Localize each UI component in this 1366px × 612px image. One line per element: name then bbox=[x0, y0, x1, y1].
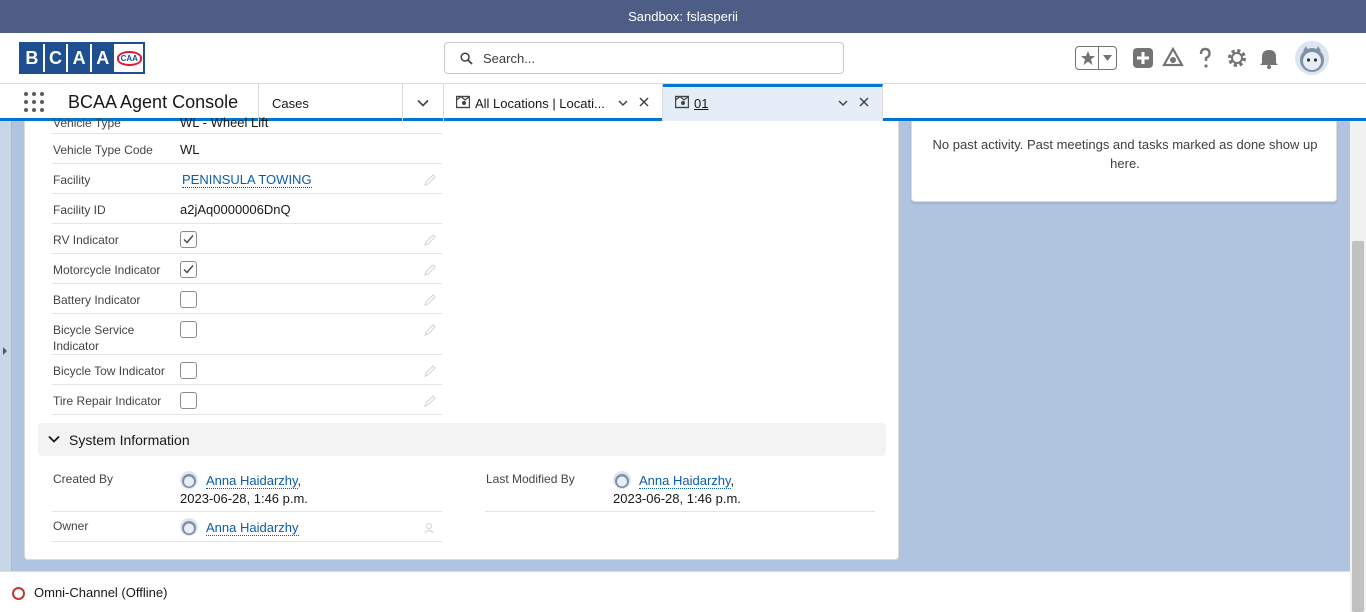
field-row: Facility PENINSULA TOWING bbox=[52, 164, 442, 194]
tab-label: All Locations | Locati... bbox=[475, 96, 605, 111]
field-label: Bicycle Service Indicator bbox=[53, 323, 135, 353]
field-label: Bicycle Tow Indicator bbox=[53, 364, 165, 378]
activity-panel: No past activity. Past meetings and task… bbox=[911, 121, 1337, 202]
utility-bar: Omni-Channel (Offline) bbox=[0, 571, 1350, 612]
bell-icon[interactable] bbox=[1257, 46, 1281, 70]
field-label: Motorcycle Indicator bbox=[53, 263, 161, 277]
field-row: RV Indicator bbox=[52, 224, 442, 254]
owner-row: Owner Anna Haidarzhy bbox=[52, 514, 442, 542]
field-value: WL bbox=[180, 142, 200, 157]
edit-pencil-icon[interactable] bbox=[424, 174, 436, 186]
field-row: Motorcycle Indicator bbox=[52, 254, 442, 284]
sandbox-banner: Sandbox: fslasperii bbox=[0, 0, 1366, 33]
field-row: Facility ID a2jAq0000006DnQ bbox=[52, 194, 442, 224]
user-avatar-icon bbox=[180, 471, 198, 489]
field-label: Created By bbox=[53, 472, 114, 486]
battery-indicator-checkbox bbox=[180, 291, 197, 308]
field-value: a2jAq0000006DnQ bbox=[180, 202, 291, 217]
utility-panel-toggle[interactable] bbox=[0, 121, 12, 571]
created-date: 2023-06-28, 1:46 p.m. bbox=[180, 491, 308, 506]
astro-avatar-icon bbox=[1300, 46, 1324, 72]
field-label: Owner bbox=[53, 519, 89, 533]
edit-pencil-icon[interactable] bbox=[424, 294, 436, 306]
change-owner-icon[interactable] bbox=[424, 522, 436, 534]
created-by-row: Created By Anna Haidarzhy, 2023-06-28, 1… bbox=[52, 467, 442, 512]
field-row: Vehicle Type WL - Wheel Lift bbox=[52, 107, 442, 134]
field-row: Battery Indicator bbox=[52, 284, 442, 314]
field-label: Vehicle Type bbox=[53, 116, 121, 130]
global-search[interactable] bbox=[444, 42, 844, 74]
edit-pencil-icon[interactable] bbox=[424, 395, 436, 407]
field-row: Bicycle Tow Indicator bbox=[52, 355, 442, 385]
field-label: Tire Repair Indicator bbox=[53, 394, 162, 408]
user-avatar-icon bbox=[613, 471, 631, 489]
chevron-down-icon[interactable] bbox=[838, 98, 848, 108]
omni-channel-button[interactable]: Omni-Channel (Offline) bbox=[34, 585, 167, 600]
help-icon[interactable] bbox=[1193, 46, 1217, 70]
chevron-down-icon bbox=[1103, 55, 1112, 61]
section-title: System Information bbox=[69, 432, 190, 448]
activity-empty-message: No past activity. Past meetings and task… bbox=[932, 137, 1318, 171]
tab-label: 01 bbox=[694, 96, 709, 111]
location-icon bbox=[675, 95, 689, 109]
field-value: WL - Wheel Lift bbox=[180, 115, 269, 130]
logo-letter: C bbox=[44, 44, 67, 72]
last-modified-by-row: Last Modified By Anna Haidarzhy, 2023-06… bbox=[485, 467, 875, 512]
motorcycle-indicator-checkbox bbox=[180, 261, 197, 278]
field-row: Tire Repair Indicator bbox=[52, 385, 442, 415]
field-label: Last Modified By bbox=[486, 472, 575, 486]
app-launcher-icon[interactable] bbox=[24, 92, 46, 114]
offline-status-icon bbox=[12, 587, 25, 600]
search-input[interactable] bbox=[483, 48, 833, 68]
chevron-down-icon[interactable] bbox=[618, 98, 628, 108]
logo-letter: B bbox=[21, 44, 43, 72]
facility-link[interactable]: PENINSULA TOWING bbox=[182, 172, 312, 188]
caret-right-icon bbox=[3, 347, 7, 355]
trailhead-icon[interactable] bbox=[1161, 46, 1185, 70]
bicycle-service-indicator-checkbox bbox=[180, 321, 197, 338]
tire-repair-indicator-checkbox bbox=[180, 392, 197, 409]
field-row: Vehicle Type Code WL bbox=[52, 134, 442, 164]
bcaa-logo[interactable]: B C A A CAA bbox=[19, 42, 145, 74]
field-label: RV Indicator bbox=[53, 233, 119, 247]
star-icon bbox=[1081, 51, 1095, 65]
checkmark-icon bbox=[183, 265, 194, 274]
system-information-section-toggle[interactable]: System Information bbox=[38, 423, 886, 456]
field-label: Facility bbox=[53, 173, 91, 187]
last-modified-by-user-link[interactable]: Anna Haidarzhy bbox=[639, 473, 731, 489]
gear-icon[interactable] bbox=[1225, 46, 1249, 70]
owner-user-link[interactable]: Anna Haidarzhy bbox=[206, 520, 299, 536]
search-icon bbox=[460, 52, 473, 65]
edit-pencil-icon[interactable] bbox=[424, 234, 436, 246]
rv-indicator-checkbox bbox=[180, 231, 197, 248]
logo-letter: A bbox=[68, 44, 90, 72]
field-label: Battery Indicator bbox=[53, 293, 141, 307]
field-label: Vehicle Type Code bbox=[53, 143, 153, 157]
edit-pencil-icon[interactable] bbox=[424, 324, 436, 336]
field-row: Bicycle Service Indicator bbox=[52, 314, 442, 355]
page-scrollbar[interactable] bbox=[1350, 121, 1366, 612]
scrollbar-thumb[interactable] bbox=[1352, 241, 1364, 612]
tab-record-01[interactable]: 01 bbox=[663, 84, 883, 121]
tab-all-locations[interactable]: All Locations | Locati... bbox=[444, 84, 663, 121]
global-actions-icon[interactable] bbox=[1131, 46, 1155, 70]
user-avatar-icon bbox=[180, 518, 198, 536]
caa-badge: CAA bbox=[116, 50, 142, 66]
location-icon bbox=[456, 95, 470, 109]
global-header: B C A A CAA bbox=[0, 33, 1366, 84]
chevron-down-icon bbox=[48, 435, 60, 443]
close-icon[interactable] bbox=[859, 97, 869, 107]
record-detail-card: Vehicle Type WL - Wheel Lift Vehicle Typ… bbox=[24, 115, 899, 560]
favorites-button[interactable] bbox=[1075, 46, 1117, 70]
user-avatar[interactable] bbox=[1295, 41, 1329, 75]
close-icon[interactable] bbox=[639, 97, 649, 107]
logo-letter: A bbox=[91, 44, 114, 72]
checkmark-icon bbox=[183, 235, 194, 244]
last-modified-date: 2023-06-28, 1:46 p.m. bbox=[613, 491, 741, 506]
created-by-user-link[interactable]: Anna Haidarzhy bbox=[206, 473, 298, 489]
bicycle-tow-indicator-checkbox bbox=[180, 362, 197, 379]
edit-pencil-icon[interactable] bbox=[424, 365, 436, 377]
edit-pencil-icon[interactable] bbox=[424, 264, 436, 276]
field-label: Facility ID bbox=[53, 203, 106, 217]
